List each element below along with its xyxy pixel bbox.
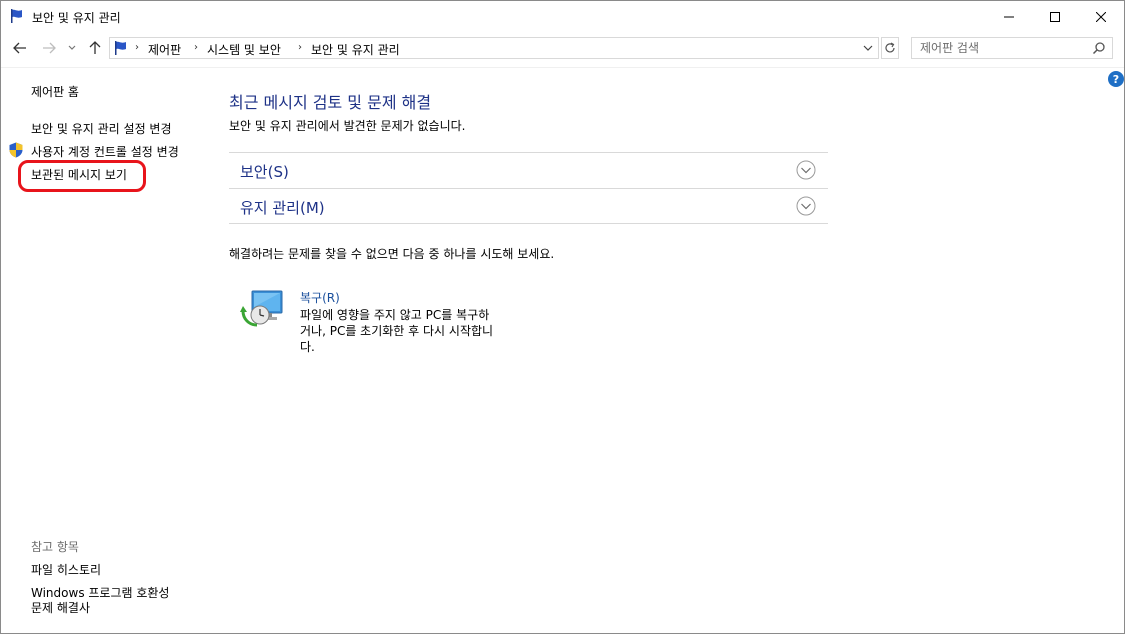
sidebar-item-file-history[interactable]: 파일 히스토리	[31, 561, 101, 578]
breadcrumb-system-security[interactable]: 시스템 및 보안	[207, 41, 281, 58]
title-bar: 보안 및 유지 관리	[1, 1, 1124, 32]
section-maintenance[interactable]: 유지 관리(M)	[229, 188, 828, 224]
sidebar-item-control-panel-home[interactable]: 제어판 홈	[31, 83, 79, 100]
up-icon	[89, 41, 101, 54]
maximize-button[interactable]	[1032, 1, 1078, 32]
expand-icon[interactable]	[796, 196, 816, 216]
help-button[interactable]: ?	[1108, 71, 1124, 87]
breadcrumb-separator[interactable]: ›	[135, 42, 139, 53]
recovery-icon[interactable]	[240, 285, 286, 329]
sidebar-item-uac-settings[interactable]: 사용자 계정 컨트롤 설정 변경	[31, 143, 179, 160]
sidebar-item-troubleshooter[interactable]: 문제 해결사	[31, 599, 90, 616]
minimize-button[interactable]	[986, 1, 1032, 32]
page-subtitle: 보안 및 유지 관리에서 발견한 문제가 없습니다.	[229, 119, 466, 133]
see-also-heading: 참고 항목	[31, 540, 79, 554]
back-button[interactable]	[12, 40, 28, 56]
chevron-down-icon[interactable]	[861, 40, 875, 56]
help-icon: ?	[1112, 72, 1120, 86]
expand-icon[interactable]	[796, 160, 816, 180]
address-bar[interactable]: › 제어판 › 시스템 및 보안 › 보안 및 유지 관리	[109, 37, 879, 59]
breadcrumb-control-panel[interactable]: 제어판	[148, 41, 181, 58]
flag-icon	[11, 9, 22, 23]
back-icon	[13, 42, 26, 54]
search-box[interactable]	[911, 37, 1113, 59]
divider	[229, 223, 828, 224]
recent-icon	[68, 45, 76, 50]
page-title: 최근 메시지 검토 및 문제 해결	[229, 93, 432, 112]
divider	[1, 67, 1124, 68]
refresh-button[interactable]	[881, 37, 899, 59]
forward-icon	[43, 42, 56, 54]
highlight-annotation	[18, 160, 146, 192]
search-icon[interactable]	[1092, 41, 1106, 55]
recovery-link[interactable]: 복구(R)	[300, 289, 340, 306]
section-security-label: 보안(S)	[240, 163, 289, 181]
forward-button[interactable]	[41, 40, 57, 56]
up-button[interactable]	[87, 40, 103, 56]
window-title: 보안 및 유지 관리	[32, 11, 121, 25]
breadcrumb-security-maintenance[interactable]: 보안 및 유지 관리	[311, 41, 400, 58]
hint-text: 해결하려는 문제를 찾을 수 없으면 다음 중 하나를 시도해 보세요.	[229, 247, 555, 261]
close-icon	[1096, 11, 1106, 22]
refresh-icon	[885, 42, 895, 53]
maximize-icon	[1050, 11, 1060, 22]
flag-icon	[115, 41, 126, 55]
breadcrumb-separator[interactable]: ›	[194, 42, 198, 53]
recovery-description: 파일에 영향을 주지 않고 PC를 복구하거나, PC를 초기화한 후 다시 시…	[300, 308, 494, 354]
section-maintenance-label: 유지 관리(M)	[240, 199, 325, 217]
section-security[interactable]: 보안(S)	[229, 152, 828, 188]
close-button[interactable]	[1078, 1, 1124, 32]
search-input[interactable]	[912, 38, 1090, 58]
sidebar-item-change-settings[interactable]: 보안 및 유지 관리 설정 변경	[31, 120, 172, 137]
shield-icon	[9, 142, 23, 158]
minimize-icon	[1004, 16, 1014, 17]
control-panel-window: 보안 및 유지 관리 › 제어판 › 시스템 및 보안 › 보안 및 유지 관리…	[0, 0, 1125, 634]
breadcrumb-separator[interactable]: ›	[298, 42, 302, 53]
recent-locations-button[interactable]	[66, 40, 78, 56]
